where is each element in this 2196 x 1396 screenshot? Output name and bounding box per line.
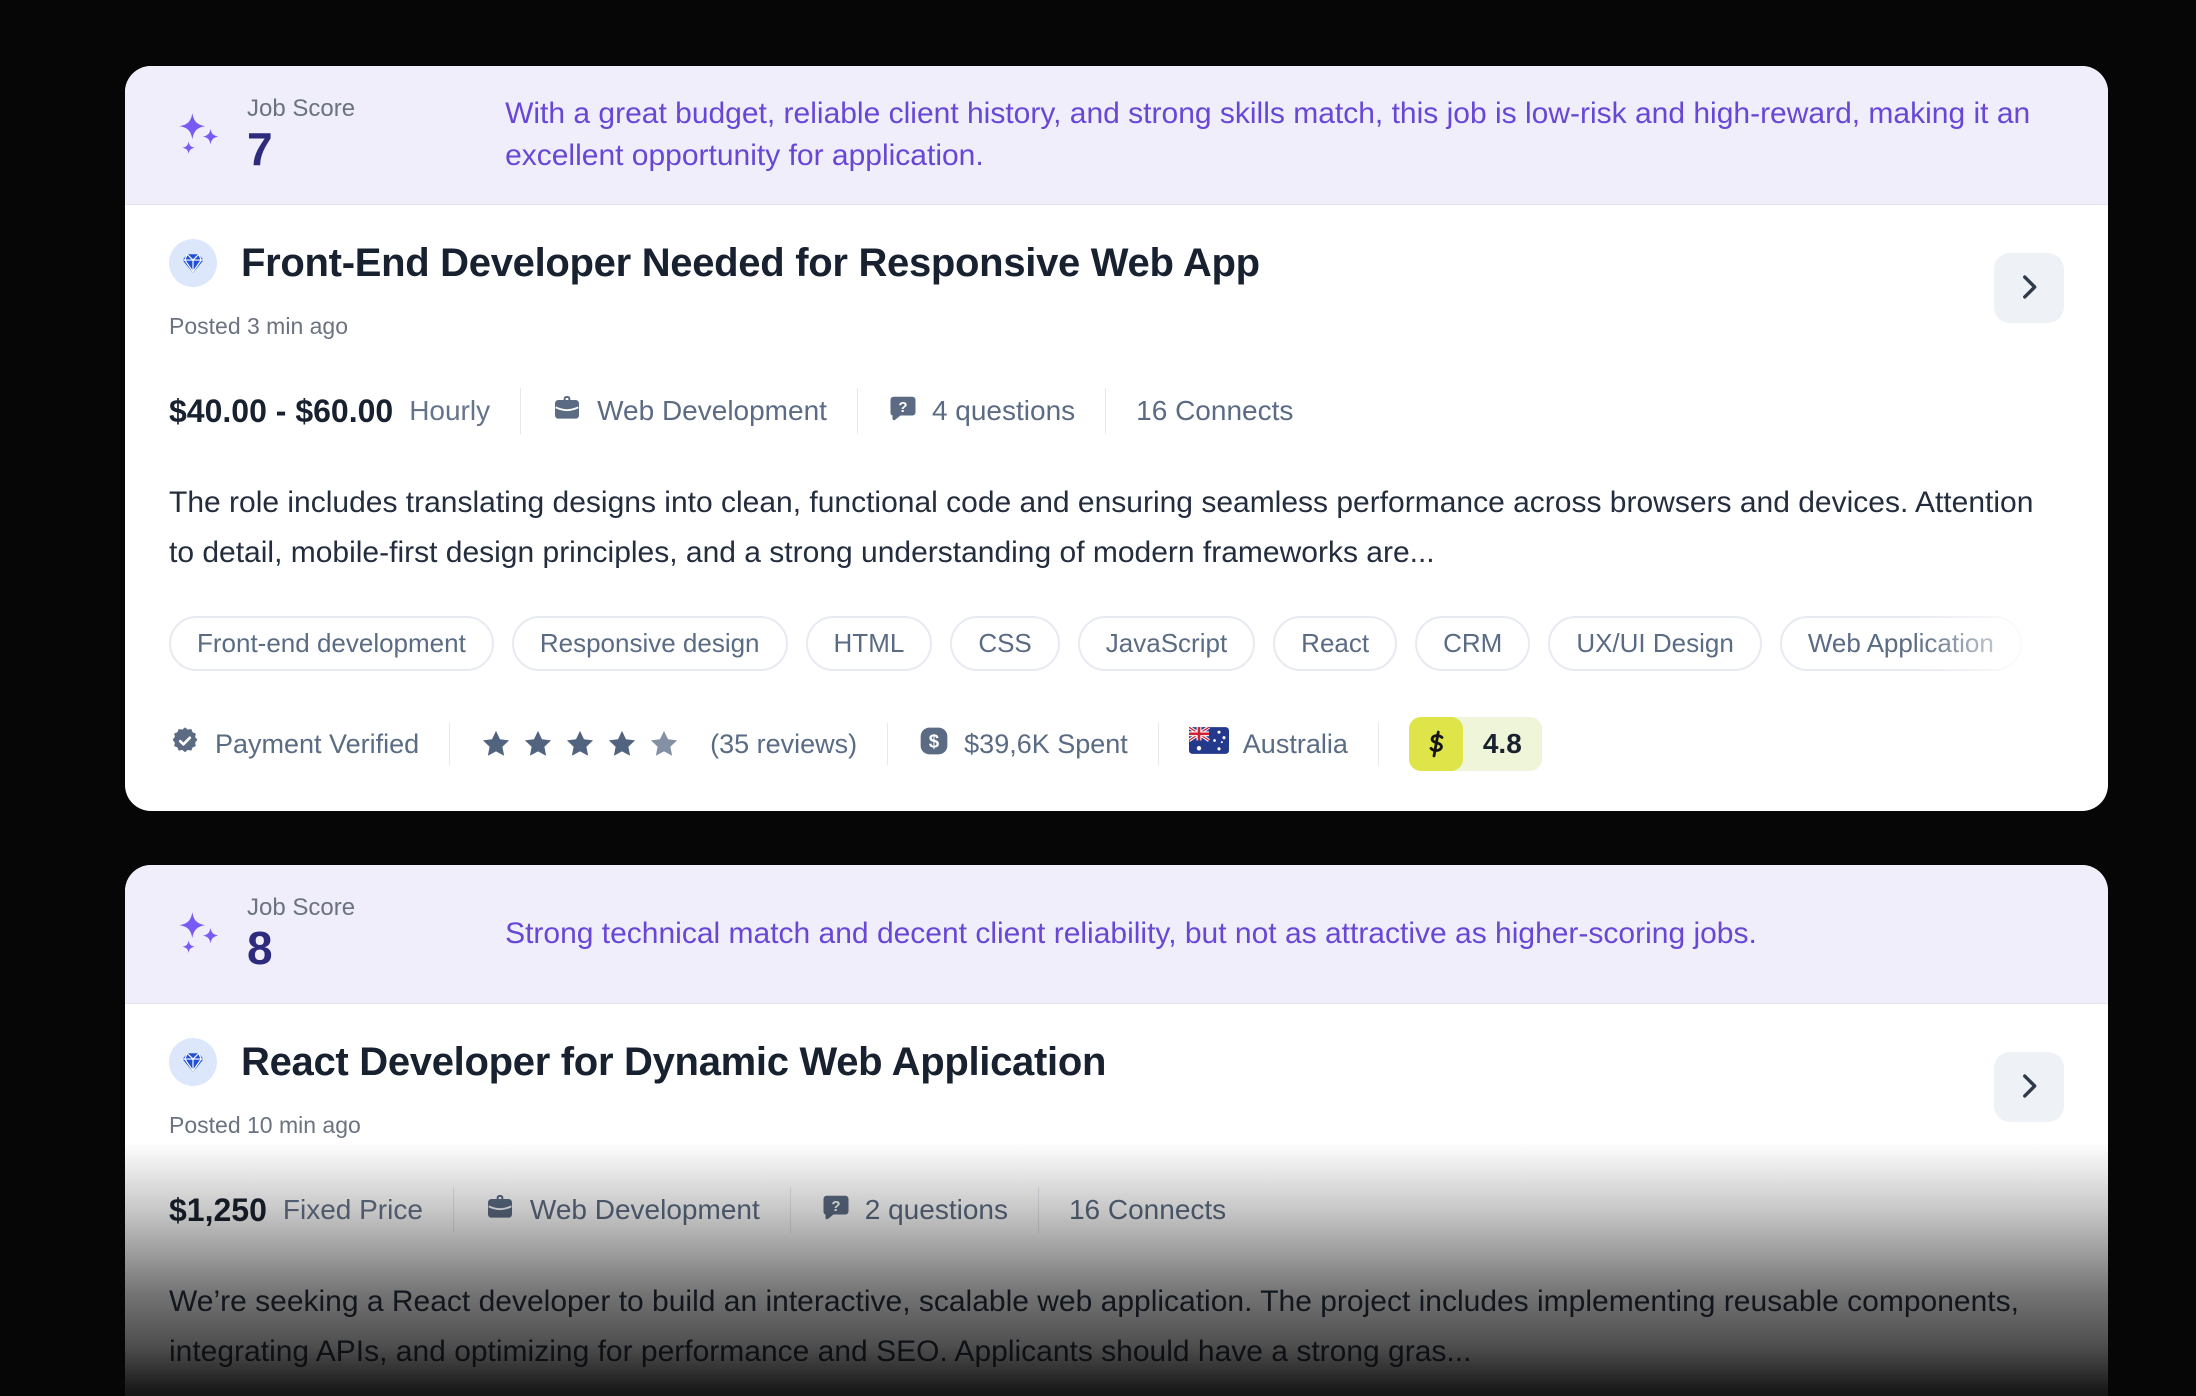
svg-text:?: ? (831, 1197, 840, 1214)
divider (1377, 723, 1379, 765)
skill-tag: CSS (950, 616, 1060, 671)
job-questions-item: ? 2 questions (821, 1192, 1008, 1229)
briefcase-icon (484, 1191, 516, 1230)
skill-tag: Responsive design (511, 616, 788, 671)
job-price: $1,250 (169, 1191, 267, 1228)
divider (887, 723, 889, 765)
job-title[interactable]: React Developer for Dynamic Web Applicat… (241, 1040, 1106, 1085)
payment-verified-label: Payment Verified (215, 728, 420, 759)
briefcase-icon (551, 392, 583, 431)
chevron-right-icon (2012, 1069, 2046, 1106)
job-price-term: Hourly (409, 395, 491, 426)
job-meta-row: $1,250 Fixed Price Web Development ? 2 q… (169, 1187, 2064, 1233)
sparkles-icon (169, 906, 225, 962)
badge-check-icon (169, 725, 201, 764)
skill-tag: JavaScript (1077, 616, 1256, 671)
job-score-group: Job Score 8 (169, 894, 355, 973)
job-card: Job Score 7 With a great budget, reliabl… (125, 66, 2108, 811)
job-score-header: Job Score 8 Strong technical match and d… (125, 865, 2108, 1004)
job-connects-label: 16 Connects (1068, 1194, 1227, 1225)
job-price: $40.00 - $60.00 (169, 392, 394, 429)
job-category-label: Web Development (597, 395, 827, 426)
star-icon (567, 730, 594, 756)
job-title[interactable]: Front-End Developer Needed for Responsiv… (241, 241, 1260, 286)
job-questions-label: 4 questions (931, 395, 1076, 426)
skill-tag: CRM (1415, 616, 1531, 671)
job-score-block: Job Score 7 (247, 95, 355, 174)
divider (1105, 388, 1107, 434)
star-icon (483, 730, 510, 756)
job-description: We’re seeking a React developer to build… (169, 1285, 2019, 1368)
job-title-row: Front-End Developer Needed for Responsiv… (169, 239, 2064, 287)
divider (1037, 1187, 1039, 1233)
gem-icon (169, 1038, 217, 1086)
ai-insight-text: With a great budget, reliable client his… (505, 97, 2031, 172)
dollar-square-icon: $ (918, 725, 950, 764)
job-category-item: Web Development (484, 1191, 760, 1230)
job-score-label: Job Score (247, 95, 356, 123)
posted-time: Posted 10 min ago (169, 1112, 361, 1138)
divider (856, 388, 858, 434)
job-meta-row: $40.00 - $60.00 Hourly Web Development ?… (169, 388, 2064, 434)
ai-insight-text: Strong technical match and decent client… (505, 917, 1757, 950)
job-score-header: Job Score 7 With a great budget, reliabl… (125, 66, 2108, 205)
skill-tag: React (1273, 616, 1398, 671)
skill-tags-row: Front-end development Responsive design … (169, 616, 2064, 671)
client-rating-item: (35 reviews) (480, 728, 857, 760)
money-icon (1408, 717, 1463, 771)
skill-tag: UX/UI Design (1548, 616, 1762, 671)
job-questions-label: 2 questions (864, 1194, 1008, 1225)
star-icon (609, 730, 636, 756)
star-icon (651, 730, 678, 756)
client-info-row: Payment Verified (35 reviews) $ $39,6K S… (169, 717, 2064, 771)
job-score-value: 7 (247, 123, 273, 176)
chevron-right-icon (2012, 270, 2046, 307)
sparkles-icon (169, 107, 225, 163)
divider (1157, 723, 1159, 765)
client-location-item: Australia (1187, 725, 1348, 761)
job-category-item: Web Development (551, 392, 827, 431)
svg-text:$: $ (929, 730, 940, 751)
divider (789, 1187, 791, 1233)
client-country-label: Australia (1242, 728, 1348, 759)
gem-icon (169, 239, 217, 287)
job-connects-label: 16 Connects (1136, 395, 1294, 426)
svg-text:?: ? (898, 398, 907, 415)
client-score-badge: 4.8 (1408, 717, 1542, 771)
divider (452, 1187, 454, 1233)
job-card-body: React Developer for Dynamic Web Applicat… (125, 1004, 2108, 1396)
job-questions-item: ? 4 questions (888, 393, 1075, 430)
job-card-body: Front-End Developer Needed for Responsiv… (125, 205, 2108, 811)
client-spent-item: $ $39,6K Spent (918, 725, 1128, 764)
skill-tag: HTML (805, 616, 933, 671)
tags-fade-overlay (1914, 616, 2064, 671)
job-score-block: Job Score 8 (247, 894, 355, 973)
question-bubble-icon: ? (888, 393, 918, 430)
job-score-value: 8 (247, 922, 273, 975)
posted-time: Posted 3 min ago (169, 313, 349, 339)
payment-verified-item: Payment Verified (169, 725, 419, 764)
client-spent-label: $39,6K Spent (964, 728, 1128, 759)
job-score-group: Job Score 7 (169, 95, 355, 174)
reviews-count: (35 reviews) (710, 728, 858, 759)
divider (520, 388, 522, 434)
client-score-value: 4.8 (1482, 728, 1522, 759)
job-connects-item: 16 Connects (1069, 1194, 1226, 1226)
job-price-term: Fixed Price (282, 1194, 423, 1225)
australia-flag-icon (1187, 725, 1229, 761)
job-title-row: React Developer for Dynamic Web Applicat… (169, 1038, 2064, 1086)
rating-stars (480, 728, 680, 760)
job-category-label: Web Development (529, 1194, 760, 1225)
job-connects-item: 16 Connects (1136, 395, 1293, 427)
star-icon (525, 730, 552, 756)
job-score-label: Job Score (247, 894, 356, 922)
skill-tag: Front-end development (169, 616, 494, 671)
open-job-button[interactable] (1994, 253, 2064, 323)
job-card: Job Score 8 Strong technical match and d… (125, 865, 2108, 1396)
job-description: The role includes translating designs in… (169, 486, 2034, 569)
open-job-button[interactable] (1994, 1052, 2064, 1122)
divider (449, 723, 451, 765)
question-bubble-icon: ? (821, 1192, 851, 1229)
